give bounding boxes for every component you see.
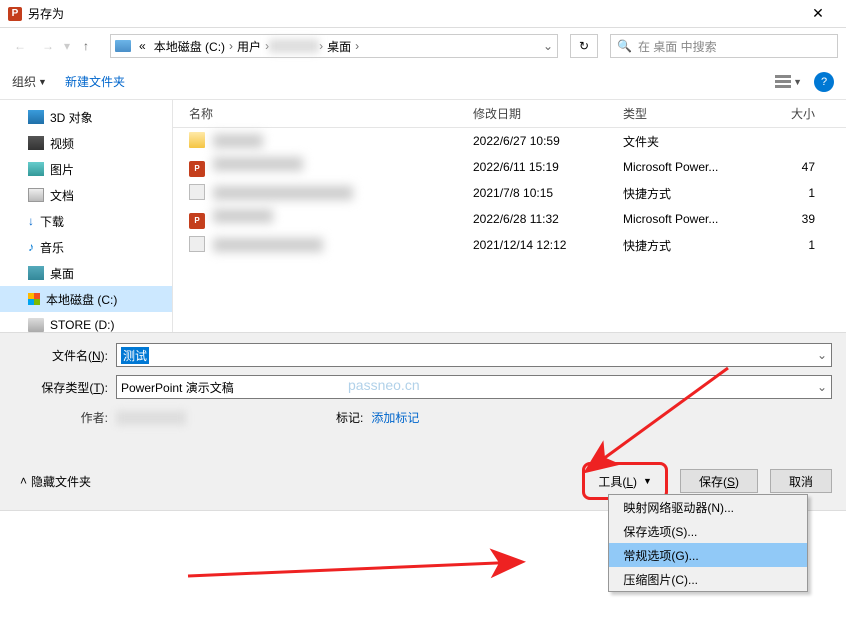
up-button[interactable]: ↑ bbox=[74, 34, 98, 58]
documents-icon bbox=[28, 188, 44, 202]
sidebar: 3D 对象 视频 图片 文档 ↓下载 ♪音乐 桌面 本地磁盘 (C:) STOR… bbox=[0, 100, 173, 332]
sidebar-item-desktop[interactable]: 桌面 bbox=[0, 260, 172, 286]
col-type[interactable]: 类型 bbox=[623, 105, 763, 122]
toolbar: 组织 ▼ 新建文件夹 ▼ ? bbox=[0, 64, 846, 100]
tools-button[interactable]: 工具(L) ▼ bbox=[588, 468, 662, 494]
powerpoint-file-icon: P bbox=[189, 161, 205, 177]
sidebar-item-video[interactable]: 视频 bbox=[0, 130, 172, 156]
dd-map-network[interactable]: 映射网络驱动器(N)... bbox=[609, 495, 807, 519]
file-row[interactable]: 2022/6/27 10:59文件夹 bbox=[173, 128, 846, 154]
address-dropdown[interactable]: ⌄ bbox=[543, 39, 553, 53]
tools-dropdown: 映射网络驱动器(N)... 保存选项(S)... 常规选项(G)... 压缩图片… bbox=[608, 494, 808, 592]
titlebar: P 另存为 ✕ bbox=[0, 0, 846, 28]
sidebar-item-3d[interactable]: 3D 对象 bbox=[0, 104, 172, 130]
search-box[interactable]: 🔍 在 桌面 中搜索 bbox=[610, 34, 838, 58]
video-icon bbox=[28, 136, 44, 150]
chevron-down-icon: ▼ bbox=[643, 476, 652, 486]
col-size[interactable]: 大小 bbox=[763, 105, 823, 122]
cancel-button[interactable]: 取消 bbox=[770, 469, 832, 493]
breadcrumb-users[interactable]: 用户 bbox=[233, 38, 265, 55]
file-row[interactable]: P 2022/6/11 15:19Microsoft Power...47 bbox=[173, 154, 846, 180]
tags-input[interactable]: 添加标记 bbox=[371, 409, 419, 426]
organize-button[interactable]: 组织 bbox=[12, 73, 36, 90]
tags-label: 标记: bbox=[336, 409, 371, 426]
file-list: 名称 修改日期 类型 大小 2022/6/27 10:59文件夹 P 2022/… bbox=[173, 100, 846, 332]
save-button[interactable]: 保存(S) bbox=[680, 469, 758, 493]
close-button[interactable]: ✕ bbox=[798, 0, 838, 28]
watermark: passneo.cn bbox=[348, 377, 420, 393]
powerpoint-icon: P bbox=[8, 7, 22, 21]
file-row[interactable]: 2021/12/14 12:12快捷方式1 bbox=[173, 232, 846, 258]
shortcut-icon bbox=[189, 184, 205, 200]
sidebar-item-pictures[interactable]: 图片 bbox=[0, 156, 172, 182]
filename-dropdown-icon[interactable]: ⌄ bbox=[817, 348, 827, 362]
search-placeholder: 在 桌面 中搜索 bbox=[638, 38, 717, 55]
hide-folders-toggle[interactable]: ˄ 隐藏文件夹 bbox=[20, 473, 91, 490]
savetype-dropdown-icon[interactable]: ⌄ bbox=[817, 380, 827, 394]
view-button[interactable]: ▼ bbox=[775, 75, 802, 89]
chevron-up-icon: ˄ bbox=[20, 474, 27, 488]
author-label: 作者: bbox=[20, 409, 116, 426]
sidebar-item-music[interactable]: ♪音乐 bbox=[0, 234, 172, 260]
filename-input[interactable]: 测试 ⌄ bbox=[116, 343, 832, 367]
powerpoint-file-icon: P bbox=[189, 213, 205, 229]
main-area: 3D 对象 视频 图片 文档 ↓下载 ♪音乐 桌面 本地磁盘 (C:) STOR… bbox=[0, 100, 846, 332]
sidebar-item-downloads[interactable]: ↓下载 bbox=[0, 208, 172, 234]
navbar: ← → ▾ ↑ « 本地磁盘 (C:) › 用户 › › 桌面 › ⌄ ↻ 🔍 … bbox=[0, 28, 846, 64]
file-header: 名称 修改日期 类型 大小 bbox=[173, 100, 846, 128]
filename-label: 文件名(N): bbox=[20, 347, 116, 364]
file-row[interactable]: P 2022/6/28 11:32Microsoft Power...39 bbox=[173, 206, 846, 232]
dd-general-options[interactable]: 常规选项(G)... bbox=[609, 543, 807, 567]
breadcrumb-c[interactable]: 本地磁盘 (C:) bbox=[150, 38, 229, 55]
col-date[interactable]: 修改日期 bbox=[473, 105, 623, 122]
search-icon: 🔍 bbox=[617, 39, 632, 53]
folder-icon bbox=[189, 132, 205, 148]
breadcrumb-redacted[interactable] bbox=[269, 39, 319, 53]
windows-icon bbox=[28, 293, 40, 305]
shortcut-icon bbox=[189, 236, 205, 252]
author-value-redacted[interactable] bbox=[116, 411, 186, 425]
window-title: 另存为 bbox=[28, 5, 798, 22]
newfolder-button[interactable]: 新建文件夹 bbox=[65, 73, 125, 90]
desktop-icon bbox=[28, 266, 44, 280]
dd-save-options[interactable]: 保存选项(S)... bbox=[609, 519, 807, 543]
back-button[interactable]: ← bbox=[8, 34, 32, 58]
address-bar[interactable]: « 本地磁盘 (C:) › 用户 › › 桌面 › ⌄ bbox=[110, 34, 558, 58]
breadcrumb-desktop[interactable]: 桌面 bbox=[323, 38, 355, 55]
forward-button[interactable]: → bbox=[36, 34, 60, 58]
file-row[interactable]: 2021/7/8 10:15快捷方式1 bbox=[173, 180, 846, 206]
sidebar-item-documents[interactable]: 文档 bbox=[0, 182, 172, 208]
col-name[interactable]: 名称 bbox=[173, 105, 473, 122]
disk-icon bbox=[115, 40, 131, 52]
savetype-label: 保存类型(T): bbox=[20, 379, 116, 396]
store-disk-icon bbox=[28, 318, 44, 332]
refresh-button[interactable]: ↻ bbox=[570, 34, 598, 58]
pictures-icon bbox=[28, 162, 44, 176]
sidebar-item-ddrive[interactable]: STORE (D:) bbox=[0, 312, 172, 332]
3d-icon bbox=[28, 110, 44, 124]
dd-compress-pic[interactable]: 压缩图片(C)... bbox=[609, 567, 807, 591]
help-button[interactable]: ? bbox=[814, 72, 834, 92]
bottom-panel: 文件名(N): 测试 ⌄ 保存类型(T): PowerPoint 演示文稿 ⌄ … bbox=[0, 332, 846, 510]
savetype-select[interactable]: PowerPoint 演示文稿 ⌄ bbox=[116, 375, 832, 399]
downloads-icon: ↓ bbox=[28, 214, 34, 228]
music-icon: ♪ bbox=[28, 240, 34, 254]
sidebar-item-cdrive[interactable]: 本地磁盘 (C:) bbox=[0, 286, 172, 312]
